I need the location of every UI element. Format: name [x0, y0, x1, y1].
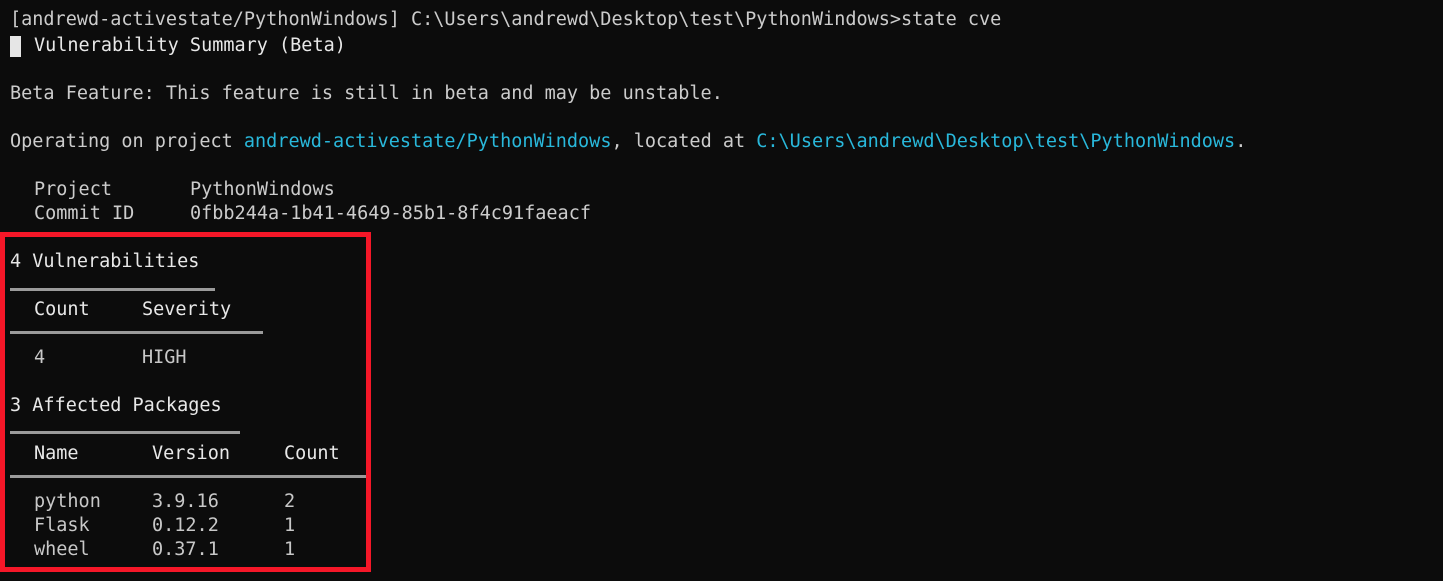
operating-suffix: . [1235, 131, 1247, 152]
vulnerabilities-header-rule [10, 331, 263, 334]
package-row-name: wheel [34, 539, 90, 560]
package-row-name: Flask [34, 515, 90, 536]
affected-packages-col-count: Count [284, 443, 340, 464]
affected-packages-title: 3 Affected Packages [10, 395, 222, 416]
beta-notice: Beta Feature: This feature is still in b… [10, 83, 723, 104]
affected-packages-header-rule [10, 475, 366, 478]
vulnerabilities-col-count: Count [34, 299, 90, 320]
affected-packages-col-version: Version [152, 443, 230, 464]
vulnerabilities-row-count: 4 [34, 347, 46, 368]
meta-label-commit-id: Commit ID [34, 203, 135, 224]
affected-packages-col-name: Name [34, 443, 79, 464]
vulnerabilities-title: 4 Vulnerabilities [10, 251, 200, 272]
package-row-count: 1 [284, 539, 296, 560]
package-row-version: 0.37.1 [152, 539, 219, 560]
meta-value-commit-id: 0fbb244a-1b41-4649-85b1-8f4c91faeacf [190, 203, 591, 224]
page-title: Vulnerability Summary (Beta) [34, 35, 346, 56]
prompt-line: [andrewd-activestate/PythonWindows] C:\U… [10, 9, 1002, 30]
meta-value-project: PythonWindows [190, 179, 335, 200]
vulnerabilities-title-rule [10, 288, 215, 291]
package-row-count: 1 [284, 515, 296, 536]
operating-prefix: Operating on project [10, 131, 244, 152]
terminal-window[interactable]: [andrewd-activestate/PythonWindows] C:\U… [0, 0, 1443, 581]
package-row-version: 0.12.2 [152, 515, 219, 536]
cursor-block [10, 36, 21, 57]
vulnerabilities-row-severity: HIGH [142, 347, 187, 368]
project-path-link[interactable]: C:\Users\andrewd\Desktop\test\PythonWind… [756, 131, 1235, 152]
meta-label-project: Project [34, 179, 112, 200]
package-row-name: python [34, 491, 101, 512]
project-name-link[interactable]: andrewd-activestate/PythonWindows [244, 131, 612, 152]
package-row-count: 2 [284, 491, 296, 512]
vulnerabilities-col-severity: Severity [142, 299, 232, 320]
operating-middle: , located at [611, 131, 757, 152]
operating-line: Operating on project andrewd-activestate… [10, 130, 1246, 154]
package-row-version: 3.9.16 [152, 491, 219, 512]
affected-packages-title-rule [10, 431, 240, 434]
